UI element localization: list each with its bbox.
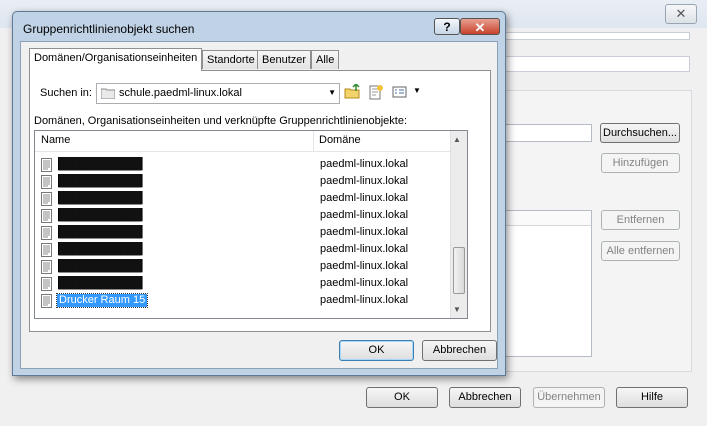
- list-item[interactable]: ████████████ paedml-linux.lokal: [35, 191, 450, 208]
- remove-button[interactable]: Entfernen: [601, 210, 680, 230]
- list-header: Name Domäne: [35, 131, 451, 152]
- parent-field: [480, 56, 690, 72]
- dialog-title: Gruppenrichtlinienobjekt suchen: [23, 22, 195, 36]
- parent-ok-button[interactable]: OK: [366, 387, 438, 408]
- list-caption: Domänen, Organisationseinheiten und verk…: [34, 115, 408, 127]
- list-item[interactable]: ████████████ paedml-linux.lokal: [35, 242, 450, 259]
- close-icon: ✕: [675, 6, 687, 21]
- parent-list[interactable]: [505, 210, 592, 357]
- gpo-domain: paedml-linux.lokal: [320, 209, 409, 221]
- look-in-value: schule.paedml-linux.lokal: [119, 87, 242, 99]
- gpo-name: ████████████: [59, 175, 142, 187]
- list-item[interactable]: ████████████ paedml-linux.lokal: [35, 157, 450, 174]
- gpo-document-icon: [41, 294, 52, 308]
- gpo-name: ████████████: [59, 260, 142, 272]
- find-gpo-dialog: Gruppenrichtlinienobjekt suchen ? ✕ Domä…: [12, 11, 506, 376]
- new-gpo-icon[interactable]: [368, 84, 384, 100]
- gpo-document-icon: [41, 277, 52, 291]
- gpo-document-icon: [41, 243, 52, 257]
- column-name[interactable]: Name: [41, 134, 70, 146]
- gpo-domain: paedml-linux.lokal: [320, 158, 409, 170]
- parent-field-top: [480, 32, 690, 40]
- parent-cancel-button[interactable]: Abbrechen: [449, 387, 521, 408]
- up-folder-icon[interactable]: [344, 84, 360, 100]
- close-icon: ✕: [474, 20, 486, 35]
- look-in-combo[interactable]: schule.paedml-linux.lokal ▼: [96, 83, 340, 104]
- list-item[interactable]: ████████████ paedml-linux.lokal: [35, 276, 450, 293]
- gpo-domain: paedml-linux.lokal: [320, 243, 409, 255]
- gpo-domain: paedml-linux.lokal: [320, 260, 409, 272]
- gpo-list[interactable]: Name Domäne ████████████ paedml-linux.lok…: [34, 130, 468, 319]
- add-button[interactable]: Hinzufügen: [601, 153, 680, 173]
- list-item[interactable]: Drucker Raum 15 paedml-linux.lokal: [35, 293, 450, 310]
- gpo-name: Drucker Raum 15: [55, 293, 149, 308]
- parent-list-header: [506, 211, 591, 226]
- gpo-name: ████████████: [59, 226, 142, 238]
- dialog-help-button[interactable]: ?: [434, 18, 460, 35]
- gpo-name: ████████████: [59, 277, 142, 289]
- tab-users[interactable]: Benutzer: [257, 50, 312, 69]
- help-icon: ?: [443, 20, 451, 34]
- list-item[interactable]: ████████████ paedml-linux.lokal: [35, 174, 450, 191]
- gpo-domain: paedml-linux.lokal: [320, 277, 409, 289]
- scroll-thumb[interactable]: [453, 247, 465, 294]
- column-divider[interactable]: [313, 131, 314, 151]
- tab-page: Suchen in: schule.paedml-linux.lokal ▼ ▼…: [29, 70, 491, 332]
- list-item[interactable]: ████████████ paedml-linux.lokal: [35, 225, 450, 242]
- chevron-down-icon: ▼: [328, 88, 336, 97]
- gpo-name: ████████████: [59, 243, 142, 255]
- column-domain[interactable]: Domäne: [319, 134, 361, 146]
- gpo-domain: paedml-linux.lokal: [320, 192, 409, 204]
- gpo-domain: paedml-linux.lokal: [320, 294, 409, 306]
- list-item[interactable]: ████████████ paedml-linux.lokal: [35, 259, 450, 276]
- ok-button[interactable]: OK: [339, 340, 414, 361]
- view-menu-chevron-icon[interactable]: ▼: [413, 86, 421, 95]
- list-scrollbar[interactable]: ▲ ▼: [450, 131, 467, 318]
- browse-button[interactable]: Durchsuchen...: [600, 123, 680, 143]
- gpo-document-icon: [41, 260, 52, 274]
- tab-all[interactable]: Alle: [311, 50, 340, 69]
- dialog-close-button[interactable]: ✕: [460, 18, 500, 35]
- list-item[interactable]: ████████████ paedml-linux.lokal: [35, 208, 450, 225]
- gpo-name: ████████████: [59, 209, 142, 221]
- cancel-button[interactable]: Abbrechen: [422, 340, 497, 361]
- gpo-name: ████████████: [59, 158, 142, 170]
- scroll-down-icon[interactable]: ▼: [453, 305, 461, 314]
- scroll-up-icon[interactable]: ▲: [453, 135, 461, 144]
- gpo-domain: paedml-linux.lokal: [320, 226, 409, 238]
- dialog-client-area: Domänen/Organisationseinheiten Standorte…: [20, 41, 498, 369]
- view-list-icon[interactable]: [392, 84, 408, 100]
- gpo-document-icon: [41, 192, 52, 206]
- parent-text-field[interactable]: [505, 124, 592, 142]
- gpo-document-icon: [41, 175, 52, 189]
- tab-sites[interactable]: Standorte: [202, 50, 260, 69]
- remove-all-button[interactable]: Alle entfernen: [601, 241, 680, 261]
- gpo-domain: paedml-linux.lokal: [320, 175, 409, 187]
- apply-button[interactable]: Übernehmen: [533, 387, 605, 408]
- gpo-document-icon: [41, 158, 52, 172]
- gpo-document-icon: [41, 226, 52, 240]
- look-in-label: Suchen in:: [40, 87, 92, 99]
- tab-domains-ous[interactable]: Domänen/Organisationseinheiten: [29, 48, 203, 71]
- gpo-name: ████████████: [59, 192, 142, 204]
- gpo-document-icon: [41, 209, 52, 223]
- folder-icon: [101, 88, 115, 99]
- parent-close-button[interactable]: ✕: [665, 4, 697, 24]
- parent-help-button[interactable]: Hilfe: [616, 387, 688, 408]
